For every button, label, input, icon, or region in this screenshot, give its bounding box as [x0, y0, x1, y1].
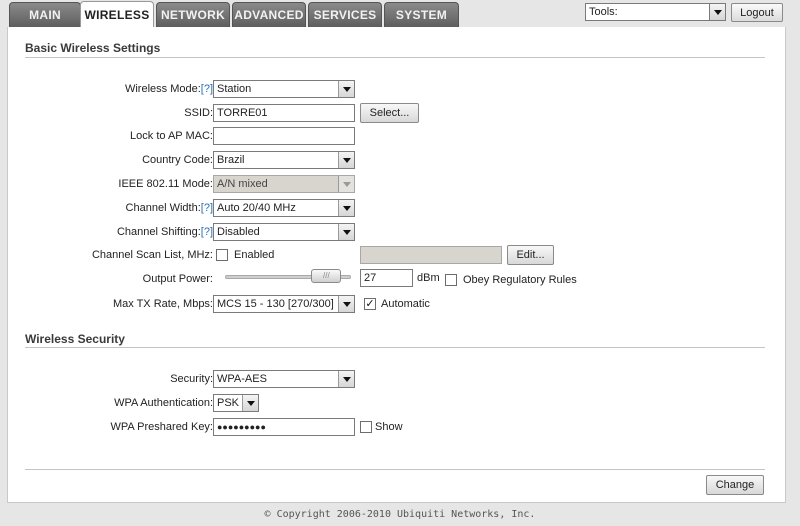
wpa-authentication-select[interactable]: PSK [213, 394, 259, 412]
security-select[interactable]: WPA-AES [213, 370, 355, 388]
section-divider [25, 469, 765, 470]
wpa-preshared-key-input[interactable]: ●●●●●●●●● [213, 418, 355, 436]
section-divider [25, 347, 765, 348]
output-power-slider-handle[interactable]: /// [311, 269, 342, 283]
tab-system[interactable]: SYSTEM [384, 2, 459, 27]
chevron-down-icon [338, 371, 354, 387]
chevron-down-icon [338, 296, 354, 312]
channel-shifting-label-text: Channel Shifting: [116, 226, 201, 238]
max-tx-automatic-checkbox[interactable]: ✓ [364, 298, 376, 310]
max-tx-rate-label: Max TX Rate, Mbps: [112, 298, 213, 310]
top-navigation: MAIN WIRELESS NETWORK ADVANCED SERVICES … [0, 0, 800, 27]
lock-to-ap-mac-label: Lock to AP MAC: [130, 130, 213, 142]
channel-width-help-link[interactable]: [?] [201, 202, 213, 214]
channel-scan-list-label: Channel Scan List, MHz: [91, 249, 213, 261]
output-power-label: Output Power: [142, 273, 213, 285]
country-code-value: Brazil [217, 154, 245, 166]
lock-to-ap-mac-input[interactable] [213, 127, 355, 145]
chevron-down-icon [338, 200, 354, 216]
change-button[interactable]: Change [706, 475, 764, 495]
tab-main[interactable]: MAIN [9, 2, 81, 27]
chevron-down-icon [338, 152, 354, 168]
channel-shifting-select[interactable]: Disabled [213, 223, 355, 241]
obey-regulatory-checkbox[interactable] [445, 274, 457, 286]
wireless-mode-value: Station [217, 83, 252, 95]
channel-shifting-label: Channel Shifting:[?] [117, 223, 213, 241]
wireless-mode-help-link[interactable]: [?] [201, 83, 213, 95]
chevron-down-icon [338, 176, 354, 192]
wireless-mode-label-text: Wireless Mode: [124, 83, 201, 95]
tab-services[interactable]: SERVICES [308, 2, 382, 27]
ieee-mode-value: A/N mixed [217, 178, 268, 190]
ieee-mode-label: IEEE 802.11 Mode: [118, 178, 213, 190]
output-power-input[interactable]: 27 [360, 269, 413, 287]
wpa-authentication-value: PSK [217, 397, 240, 409]
channel-shifting-value: Disabled [217, 226, 260, 238]
wpa-authentication-label: WPA Authentication: [114, 397, 213, 409]
security-label: Security: [170, 373, 213, 385]
security-value: WPA-AES [217, 373, 267, 385]
ssid-input[interactable]: TORRE01 [213, 104, 355, 122]
copyright-footer: © Copyright 2006-2010 Ubiquiti Networks,… [264, 509, 536, 520]
max-tx-automatic-label: Automatic [381, 298, 430, 310]
scan-list-edit-button[interactable]: Edit... [507, 245, 554, 265]
channel-width-label: Channel Width:[?] [126, 199, 213, 217]
chevron-down-icon [338, 81, 354, 97]
tab-wireless[interactable]: WIRELESS [80, 1, 154, 27]
ssid-select-button[interactable]: Select... [360, 103, 419, 123]
chevron-down-icon [338, 224, 354, 240]
scan-list-enabled-label: Enabled [234, 249, 275, 261]
channel-width-select[interactable]: Auto 20/40 MHz [213, 199, 355, 217]
wireless-mode-label: Wireless Mode:[?] [125, 80, 213, 98]
tab-advanced[interactable]: ADVANCED [232, 2, 306, 27]
ssid-label: SSID: [184, 107, 213, 119]
show-key-checkbox[interactable] [360, 421, 372, 433]
ieee-mode-select: A/N mixed [213, 175, 355, 193]
wireless-mode-select[interactable]: Station [213, 80, 355, 98]
wireless-settings-panel: Basic Wireless Settings Wireless Mode:[?… [7, 27, 786, 503]
max-tx-rate-select[interactable]: MCS 15 - 130 [270/300] [213, 295, 355, 313]
country-code-label: Country Code: [142, 154, 213, 166]
tools-dropdown-value: Tools: [589, 6, 618, 18]
section-divider [25, 57, 765, 58]
scan-list-enabled-checkbox[interactable] [216, 249, 228, 261]
chevron-down-icon [710, 4, 725, 20]
tools-dropdown[interactable]: Tools: [585, 3, 726, 21]
basic-wireless-settings-title: Basic Wireless Settings [25, 41, 161, 55]
channel-width-value: Auto 20/40 MHz [217, 202, 296, 214]
country-code-select[interactable]: Brazil [213, 151, 355, 169]
obey-regulatory-label: Obey Regulatory Rules [463, 274, 577, 286]
logout-button[interactable]: Logout [731, 3, 783, 22]
channel-shifting-help-link[interactable]: [?] [201, 226, 213, 238]
max-tx-rate-value: MCS 15 - 130 [270/300] [217, 298, 334, 310]
channel-width-label-text: Channel Width: [125, 202, 201, 214]
wireless-security-title: Wireless Security [25, 332, 125, 346]
output-power-unit: dBm [417, 272, 440, 284]
chevron-down-icon [242, 395, 258, 411]
wpa-preshared-key-label: WPA Preshared Key: [110, 421, 213, 433]
tab-network[interactable]: NETWORK [156, 2, 230, 27]
show-key-label: Show [375, 421, 403, 433]
scan-list-input [360, 246, 502, 264]
